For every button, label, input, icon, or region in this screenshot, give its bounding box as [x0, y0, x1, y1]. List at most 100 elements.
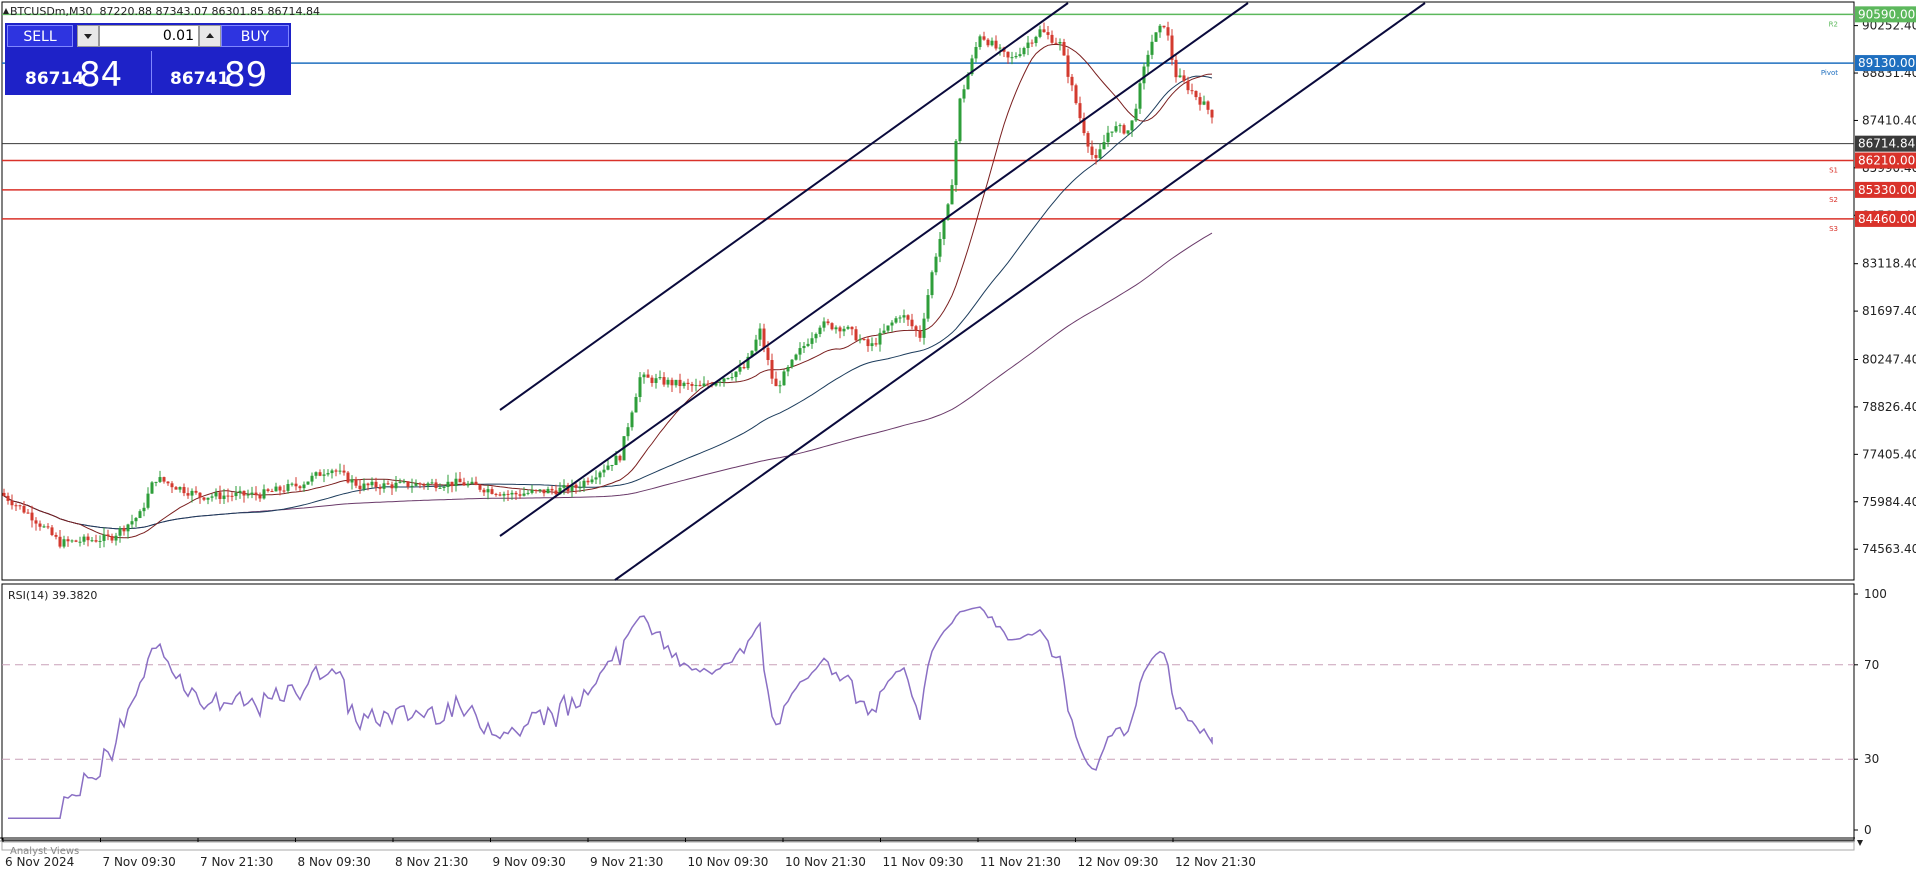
candle-body: [214, 492, 218, 497]
candle-body: [326, 473, 330, 475]
channel-lower-line[interactable]: [614, 2, 1426, 581]
candle-body: [10, 500, 14, 506]
chart-canvas[interactable]: 90252.4088831.4087410.4085990.4084569.40…: [0, 0, 1916, 874]
candle-body: [538, 489, 542, 491]
candle-body: [574, 484, 578, 488]
buy-button[interactable]: BUY: [221, 25, 289, 47]
candle-body: [66, 539, 70, 542]
rsi-panel-frame: [1, 583, 1855, 841]
candle-body: [98, 540, 102, 542]
candle-body: [1202, 101, 1206, 105]
candle-body: [666, 379, 670, 385]
sell-quote[interactable]: 86714 84: [7, 51, 147, 95]
candle-body: [1118, 125, 1122, 127]
candle-body: [742, 367, 746, 369]
price-tick-label: 80247.40: [1862, 352, 1916, 366]
candle-body: [1154, 32, 1158, 42]
candle-body: [678, 379, 682, 387]
candle-body: [534, 490, 538, 492]
candle-body: [522, 493, 526, 496]
candle-body: [50, 527, 54, 535]
time-tick-label: 8 Nov 21:30: [395, 855, 468, 869]
level-tag-pivot: Pivot: [1821, 69, 1838, 77]
candle-body: [210, 496, 214, 498]
candle-body: [530, 490, 534, 493]
candle-body: [930, 272, 934, 296]
lot-decrease-button[interactable]: [77, 25, 99, 47]
candle-body: [854, 329, 858, 341]
candle-body: [918, 330, 922, 338]
candle-body: [822, 321, 826, 328]
candle-body: [170, 483, 174, 488]
candle-body: [466, 483, 470, 486]
candle-body: [1134, 108, 1138, 121]
candle-body: [862, 339, 866, 341]
candle-body: [178, 487, 182, 490]
time-tick-label: 12 Nov 09:30: [1078, 855, 1159, 869]
candle-body: [1126, 130, 1130, 134]
candle-body: [198, 492, 202, 498]
lot-increase-button[interactable]: [199, 25, 221, 47]
candle-body: [1062, 41, 1066, 56]
candle-body: [1046, 32, 1050, 35]
candle-body: [818, 327, 822, 335]
candle-body: [718, 381, 722, 383]
candle-body: [1182, 75, 1186, 81]
price-tick-label: 81697.40: [1862, 304, 1916, 318]
channel-middle-line[interactable]: [499, 2, 1249, 537]
candle-body: [646, 374, 650, 378]
candle-body: [902, 315, 906, 318]
candle-body: [266, 489, 270, 492]
one-click-trading-panel: SELL 0.01 BUY 86714 84 86741 89: [5, 23, 291, 95]
candle-body: [194, 490, 198, 493]
level-label-s1: 86210.00: [1858, 154, 1915, 168]
candle-body: [166, 481, 170, 484]
candle-body: [778, 385, 782, 387]
candle-body: [1146, 54, 1150, 67]
candle-body: [42, 526, 46, 528]
candle-body: [962, 89, 966, 99]
candle-body: [846, 326, 850, 329]
candle-body: [606, 465, 610, 470]
buy-quote[interactable]: 86741 89: [151, 51, 290, 95]
candle-body: [450, 481, 454, 487]
candle-body: [510, 492, 514, 495]
candle-body: [446, 481, 450, 487]
candle-body: [78, 541, 82, 543]
candle-body: [794, 354, 798, 360]
candle-body: [374, 481, 378, 488]
rsi-tick-label: 100: [1864, 587, 1887, 601]
candle-body: [410, 485, 414, 487]
candle-body: [62, 539, 66, 547]
candle-body: [770, 360, 774, 379]
candle-body: [938, 238, 942, 257]
candle-body: [310, 475, 314, 482]
candle-body: [218, 492, 222, 499]
time-tick-label: 9 Nov 21:30: [590, 855, 663, 869]
candle-body: [986, 39, 990, 46]
channel-upper-line[interactable]: [499, 2, 1069, 411]
scroll-down-icon[interactable]: [1857, 840, 1863, 846]
analyst-views-label[interactable]: Analyst Views: [10, 846, 79, 857]
candle-body: [514, 492, 518, 495]
candle-body: [658, 377, 662, 379]
candle-body: [762, 328, 766, 348]
candle-body: [394, 482, 398, 489]
candle-body: [674, 379, 678, 386]
candle-body: [314, 472, 318, 476]
candle-body: [358, 485, 362, 490]
time-tick-label: 8 Nov 09:30: [298, 855, 371, 869]
candle-body: [838, 327, 842, 332]
collapse-triangle-icon[interactable]: [3, 8, 9, 14]
candle-body: [438, 487, 442, 489]
candle-body: [858, 339, 862, 341]
candle-body: [898, 317, 902, 319]
lot-size-input[interactable]: 0.01: [99, 25, 199, 47]
sell-button[interactable]: SELL: [7, 25, 73, 47]
candle-body: [806, 343, 810, 346]
candle-body: [914, 326, 918, 331]
candle-body: [578, 487, 582, 489]
candle-body: [586, 480, 590, 483]
candle-body: [890, 322, 894, 326]
candle-body: [498, 494, 502, 496]
